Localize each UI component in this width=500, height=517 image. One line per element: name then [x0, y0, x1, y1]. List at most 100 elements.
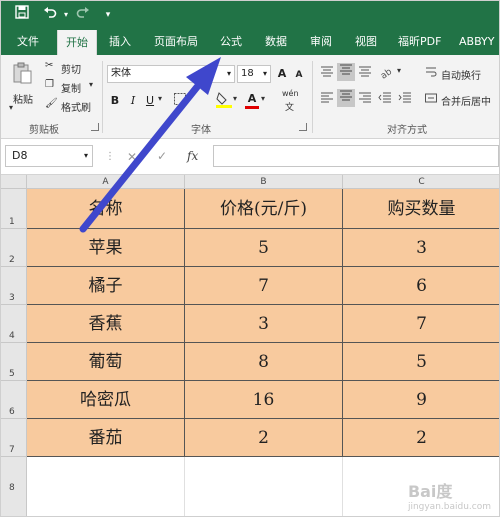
border-icon[interactable]: [173, 93, 187, 110]
font-size-select[interactable]: 18 ▾: [237, 65, 271, 83]
column-header-c[interactable]: C: [343, 175, 499, 189]
paste-button[interactable]: 粘贴: [13, 91, 33, 106]
format-painter-icon[interactable]: 🖌: [45, 98, 58, 109]
orientation-dropdown-icon[interactable]: ▾: [397, 66, 401, 75]
table-cell[interactable]: 香蕉: [27, 305, 185, 343]
row-header-3[interactable]: 3: [1, 267, 27, 305]
table-cell[interactable]: 8: [185, 343, 343, 381]
tab-data[interactable]: 数据: [265, 29, 287, 55]
wrap-text-button[interactable]: 自动换行: [441, 67, 481, 82]
align-left-icon[interactable]: [319, 91, 335, 110]
format-painter-button[interactable]: 格式刷: [61, 99, 91, 114]
fill-color-dropdown-icon[interactable]: ▾: [233, 94, 237, 103]
tab-review[interactable]: 审阅: [310, 29, 332, 55]
paste-icon[interactable]: [9, 61, 35, 87]
table-cell[interactable]: 2: [185, 419, 343, 457]
grow-font-icon[interactable]: A: [275, 66, 289, 82]
redo-icon[interactable]: [75, 5, 91, 25]
bold-button[interactable]: B: [109, 93, 121, 109]
name-box[interactable]: D8 ▾: [5, 145, 93, 167]
tab-abbyy[interactable]: ABBYY: [459, 29, 494, 55]
cut-icon[interactable]: ✂: [45, 60, 53, 71]
ribbon-home: 粘贴 ▾ ✂ 剪切 ❐ 复制 ▾ 🖌 格式刷 剪贴板 宋体 ▾ 18 ▾ A A…: [1, 55, 499, 139]
merge-center-button[interactable]: 合并后居中: [441, 93, 491, 108]
title-bar: ▾ ▾: [1, 1, 499, 29]
header-cell-price[interactable]: 价格(元/斤): [185, 189, 343, 229]
column-header-b[interactable]: B: [185, 175, 343, 189]
table-cell[interactable]: 哈密瓜: [27, 381, 185, 419]
tab-file[interactable]: 文件: [17, 29, 39, 55]
cancel-icon[interactable]: ✕: [127, 150, 137, 164]
tab-formulas[interactable]: 公式: [220, 29, 242, 55]
row-header-7[interactable]: 7: [1, 419, 27, 457]
fill-color-icon[interactable]: [215, 91, 233, 114]
align-top-icon[interactable]: [319, 65, 335, 84]
row-header-5[interactable]: 5: [1, 343, 27, 381]
row-header-4[interactable]: 4: [1, 305, 27, 343]
formula-input[interactable]: [213, 145, 499, 167]
column-header-a[interactable]: A: [27, 175, 185, 189]
table-cell[interactable]: 橘子: [27, 267, 185, 305]
copy-button[interactable]: 复制: [61, 80, 81, 95]
wrap-text-icon[interactable]: [425, 66, 437, 81]
header-cell-name[interactable]: 名称: [27, 189, 185, 229]
phonetic-guide-icon[interactable]: wén: [282, 89, 299, 98]
table-cell[interactable]: 5: [185, 229, 343, 267]
table-cell[interactable]: 6: [343, 267, 499, 305]
table-cell[interactable]: 葡萄: [27, 343, 185, 381]
align-bottom-icon[interactable]: [357, 65, 373, 84]
tab-view[interactable]: 视图: [355, 29, 377, 55]
underline-dropdown-icon[interactable]: ▾: [158, 94, 162, 103]
tab-page-layout[interactable]: 页面布局: [154, 29, 198, 55]
copy-icon[interactable]: ❐: [45, 79, 54, 90]
font-color-icon[interactable]: A: [245, 91, 259, 109]
table-cell[interactable]: 9: [343, 381, 499, 419]
underline-button[interactable]: U: [144, 93, 156, 109]
undo-dropdown-icon[interactable]: ▾: [61, 5, 71, 25]
clipboard-launcher-icon[interactable]: [91, 123, 99, 131]
tab-home[interactable]: 开始: [57, 30, 97, 55]
header-cell-quantity[interactable]: 购买数量: [343, 189, 499, 229]
italic-button[interactable]: I: [127, 93, 139, 109]
row-header-1[interactable]: 1: [1, 189, 27, 229]
cut-button[interactable]: 剪切: [61, 61, 81, 76]
empty-cell[interactable]: [27, 457, 185, 516]
worksheet-grid[interactable]: A B C 1 2 3 4 5 6 7 8 名称 价格(元/斤) 购买数量 苹果…: [1, 175, 499, 516]
empty-cell[interactable]: [185, 457, 343, 516]
table-cell[interactable]: 番茄: [27, 419, 185, 457]
paste-dropdown-icon[interactable]: ▾: [9, 103, 13, 112]
increase-indent-icon[interactable]: [397, 91, 413, 110]
row-header-2[interactable]: 2: [1, 229, 27, 267]
shrink-font-icon[interactable]: A: [292, 67, 306, 83]
tab-insert[interactable]: 插入: [109, 29, 131, 55]
enter-icon[interactable]: ✓: [157, 149, 167, 163]
align-center-icon[interactable]: [337, 89, 355, 107]
table-cell[interactable]: 7: [185, 267, 343, 305]
tab-foxit-pdf[interactable]: 福昕PDF: [398, 29, 441, 55]
align-middle-icon[interactable]: [337, 63, 355, 81]
table-cell[interactable]: 3: [343, 229, 499, 267]
align-right-icon[interactable]: [357, 91, 373, 110]
decrease-indent-icon[interactable]: [377, 91, 393, 110]
resize-handle-icon[interactable]: ⋮: [105, 151, 115, 162]
table-cell[interactable]: 3: [185, 305, 343, 343]
select-all-corner[interactable]: [1, 175, 27, 189]
undo-icon[interactable]: [41, 5, 59, 25]
copy-dropdown-icon[interactable]: ▾: [89, 80, 93, 89]
font-color-dropdown-icon[interactable]: ▾: [261, 94, 265, 103]
table-cell[interactable]: 2: [343, 419, 499, 457]
insert-function-icon[interactable]: fx: [187, 149, 198, 163]
save-icon[interactable]: [13, 5, 31, 25]
merge-center-icon[interactable]: [425, 92, 437, 107]
table-cell[interactable]: 16: [185, 381, 343, 419]
customize-icon[interactable]: ▾: [101, 5, 115, 25]
table-cell[interactable]: 7: [343, 305, 499, 343]
font-name-select[interactable]: 宋体 ▾: [107, 65, 235, 83]
orientation-icon[interactable]: ab: [377, 63, 395, 84]
table-cell[interactable]: 5: [343, 343, 499, 381]
table-cell[interactable]: 苹果: [27, 229, 185, 267]
row-header-6[interactable]: 6: [1, 381, 27, 419]
font-launcher-icon[interactable]: [299, 123, 307, 131]
row-header-8[interactable]: 8: [1, 457, 27, 516]
phonetic-glyph-icon[interactable]: 文: [285, 100, 294, 113]
